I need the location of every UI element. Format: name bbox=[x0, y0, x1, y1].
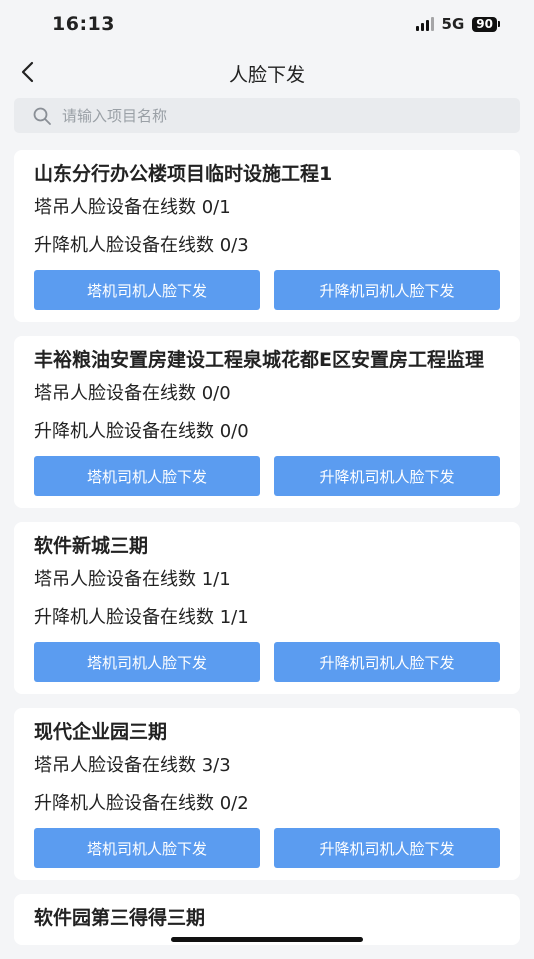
card-actions: 塔机司机人脸下发 升降机司机人脸下发 bbox=[34, 270, 500, 310]
status-indicators: 5G 90 bbox=[416, 15, 500, 33]
status-time: 16:13 bbox=[52, 13, 115, 35]
battery-icon: 90 bbox=[472, 17, 500, 32]
elevator-online-stat: 升降机人脸设备在线数 1/1 bbox=[34, 599, 500, 637]
home-indicator bbox=[171, 937, 363, 942]
nav-bar: 人脸下发 bbox=[0, 50, 534, 94]
project-list: 山东分行办公楼项目临时设施工程1 塔吊人脸设备在线数 0/1 升降机人脸设备在线… bbox=[14, 150, 520, 959]
elevator-driver-face-button[interactable]: 升降机司机人脸下发 bbox=[274, 456, 500, 496]
project-name: 山东分行办公楼项目临时设施工程1 bbox=[34, 160, 500, 189]
tower-crane-online-stat: 塔吊人脸设备在线数 0/1 bbox=[34, 189, 500, 227]
project-name: 现代企业园三期 bbox=[34, 718, 500, 747]
project-card: 现代企业园三期 塔吊人脸设备在线数 3/3 升降机人脸设备在线数 0/2 塔机司… bbox=[14, 708, 520, 880]
page-title: 人脸下发 bbox=[0, 60, 534, 87]
elevator-driver-face-button[interactable]: 升降机司机人脸下发 bbox=[274, 270, 500, 310]
elevator-online-stat: 升降机人脸设备在线数 0/0 bbox=[34, 413, 500, 451]
card-actions: 塔机司机人脸下发 升降机司机人脸下发 bbox=[34, 456, 500, 496]
card-actions: 塔机司机人脸下发 升降机司机人脸下发 bbox=[34, 828, 500, 868]
status-bar: 16:13 5G 90 bbox=[0, 0, 534, 50]
tower-driver-face-button[interactable]: 塔机司机人脸下发 bbox=[34, 456, 260, 496]
elevator-online-stat: 升降机人脸设备在线数 0/2 bbox=[34, 785, 500, 823]
signal-icon bbox=[416, 17, 434, 31]
search-icon bbox=[32, 106, 52, 126]
project-card: 山东分行办公楼项目临时设施工程1 塔吊人脸设备在线数 0/1 升降机人脸设备在线… bbox=[14, 150, 520, 322]
search-input[interactable] bbox=[62, 107, 482, 125]
elevator-online-stat: 升降机人脸设备在线数 0/3 bbox=[34, 227, 500, 265]
elevator-driver-face-button[interactable]: 升降机司机人脸下发 bbox=[274, 828, 500, 868]
project-name: 丰裕粮油安置房建设工程泉城花都E区安置房工程监理 bbox=[34, 346, 500, 375]
elevator-driver-face-button[interactable]: 升降机司机人脸下发 bbox=[274, 642, 500, 682]
network-type: 5G bbox=[442, 15, 465, 33]
project-name: 软件新城三期 bbox=[34, 532, 500, 561]
tower-crane-online-stat: 塔吊人脸设备在线数 0/0 bbox=[34, 375, 500, 413]
search-bar[interactable] bbox=[14, 98, 520, 133]
project-card: 丰裕粮油安置房建设工程泉城花都E区安置房工程监理 塔吊人脸设备在线数 0/0 升… bbox=[14, 336, 520, 508]
project-card: 软件新城三期 塔吊人脸设备在线数 1/1 升降机人脸设备在线数 1/1 塔机司机… bbox=[14, 522, 520, 694]
tower-driver-face-button[interactable]: 塔机司机人脸下发 bbox=[34, 642, 260, 682]
battery-level: 90 bbox=[472, 17, 497, 32]
project-name: 软件园第三得得三期 bbox=[34, 904, 500, 933]
tower-crane-online-stat: 塔吊人脸设备在线数 3/3 bbox=[34, 747, 500, 785]
tower-driver-face-button[interactable]: 塔机司机人脸下发 bbox=[34, 270, 260, 310]
tower-driver-face-button[interactable]: 塔机司机人脸下发 bbox=[34, 828, 260, 868]
card-actions: 塔机司机人脸下发 升降机司机人脸下发 bbox=[34, 642, 500, 682]
tower-crane-online-stat: 塔吊人脸设备在线数 1/1 bbox=[34, 561, 500, 599]
